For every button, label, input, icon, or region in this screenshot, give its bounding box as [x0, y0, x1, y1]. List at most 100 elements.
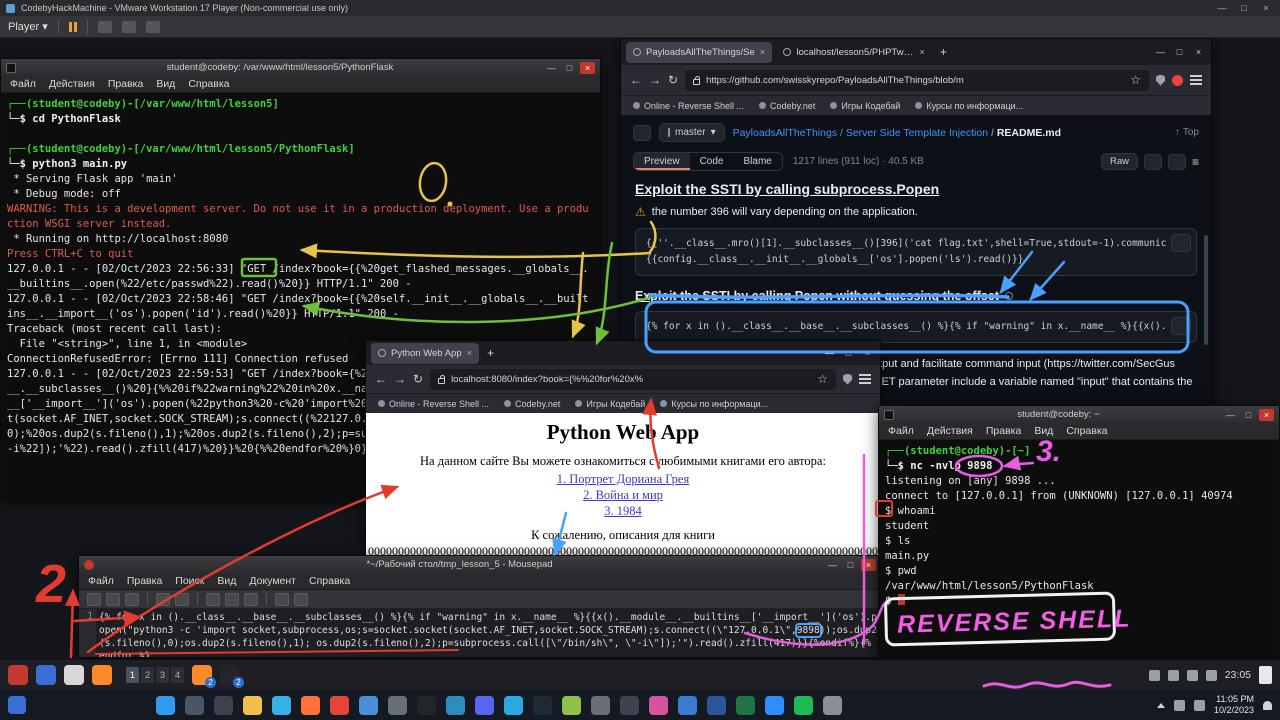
undo-button[interactable]: [156, 593, 170, 606]
chevron-up-icon[interactable]: [1157, 703, 1165, 708]
paste-button[interactable]: [244, 593, 258, 606]
taskbar-app-icon[interactable]: [649, 696, 668, 715]
section-heading-popen-no-offset[interactable]: Exploit the SSTI by calling Popen withou…: [635, 289, 1197, 303]
player-menu-button[interactable]: Player ▾: [8, 20, 48, 33]
taskbar-app-icon[interactable]: [707, 696, 726, 715]
devices-icon[interactable]: [122, 21, 136, 33]
workspace-cell[interactable]: 3: [156, 667, 169, 683]
taskbar-app-icon[interactable]: [678, 696, 697, 715]
breadcrumb-item[interactable]: Server Side Template Injection: [837, 127, 988, 139]
maximize-button[interactable]: □: [843, 559, 858, 571]
maximize-button[interactable]: □: [1172, 46, 1187, 58]
menu-item[interactable]: Действия: [927, 425, 973, 437]
menu-item[interactable]: Файл: [88, 575, 114, 587]
taskbar-app-icon[interactable]: 2: [220, 665, 240, 685]
mousepad-titlebar[interactable]: *~/Рабочий стол/tmp_lesson_5 - Mousepad …: [79, 556, 881, 573]
menu-icon[interactable]: [859, 374, 871, 384]
network-icon[interactable]: [1174, 700, 1185, 711]
browser-tab[interactable]: localhost/lesson5/PHPTwigInj ×: [776, 42, 932, 63]
bookmark-item[interactable]: Курсы по информаци...: [660, 399, 768, 409]
view-tab[interactable]: Code: [690, 153, 734, 170]
menu-item[interactable]: Файл: [888, 425, 914, 437]
taskbar-app-icon[interactable]: [214, 696, 233, 715]
windows-clock[interactable]: 11:05 PM 10/2/2023: [1214, 694, 1254, 716]
bookmark-item[interactable]: Online - Reverse Shell ...: [378, 399, 489, 409]
vmware-maximize-button[interactable]: □: [1236, 3, 1252, 13]
maximize-button[interactable]: □: [562, 62, 577, 74]
menu-item[interactable]: Вид: [156, 78, 175, 90]
bookmark-star-icon[interactable]: ☆: [1130, 73, 1141, 87]
url-bar[interactable]: https://github.com/swisskyrepo/PayloadsA…: [685, 70, 1149, 91]
vmware-close-button[interactable]: ×: [1258, 3, 1274, 13]
maximize-button[interactable]: □: [1241, 409, 1256, 421]
view-tab[interactable]: Preview: [634, 153, 690, 170]
copy-button[interactable]: [225, 593, 239, 606]
bookmark-item[interactable]: Codeby.net: [759, 101, 815, 111]
taskbar-app-icon[interactable]: [765, 696, 784, 715]
copy-icon[interactable]: [1144, 154, 1162, 170]
bookmark-item[interactable]: Codeby.net: [504, 399, 560, 409]
top-link[interactable]: ↑ Top: [1175, 127, 1199, 138]
bookmark-item[interactable]: Online - Reverse Shell ...: [633, 101, 744, 111]
ctrl-alt-del-icon[interactable]: [98, 21, 112, 33]
taskbar-app-icon[interactable]: [8, 665, 28, 685]
taskbar-app-icon[interactable]: [475, 696, 494, 715]
close-button[interactable]: ×: [1191, 46, 1206, 58]
workspace-cell[interactable]: 4: [171, 667, 184, 683]
cut-button[interactable]: [206, 593, 220, 606]
close-button[interactable]: ×: [860, 347, 875, 359]
taskbar-app-icon[interactable]: [64, 665, 84, 685]
terminal-nc-titlebar[interactable]: student@codeby: ~ — □ ×: [879, 406, 1279, 423]
edit-pencil-icon[interactable]: [1168, 154, 1186, 170]
maximize-button[interactable]: □: [841, 347, 856, 359]
bookmark-item[interactable]: Игры Кодебай: [830, 101, 900, 111]
back-button[interactable]: ←: [630, 73, 642, 87]
outline-icon[interactable]: ≡: [1192, 155, 1199, 169]
anchor-link-icon[interactable]: [1005, 292, 1013, 300]
taskbar-app-icon[interactable]: [272, 696, 291, 715]
editor-code[interactable]: {% for x in ().__class__.__base__.__subc…: [96, 609, 881, 657]
bookmark-item[interactable]: Курсы по информаци...: [915, 101, 1023, 111]
redo-button[interactable]: [175, 593, 189, 606]
section-heading-subprocess-popen[interactable]: Exploit the SSTI by calling subprocess.P…: [635, 181, 1197, 197]
taskbar-app-icon[interactable]: [301, 696, 320, 715]
vmware-minimize-button[interactable]: —: [1214, 3, 1230, 13]
taskbar-app-icon[interactable]: [446, 696, 465, 715]
menu-item[interactable]: Правка: [986, 425, 1021, 437]
breadcrumb-item[interactable]: PayloadsAllTheThings: [733, 127, 837, 139]
menu-item[interactable]: Вид: [217, 575, 236, 587]
suspend-vm-button[interactable]: [69, 22, 77, 32]
new-tab-button[interactable]: +: [936, 45, 951, 59]
copy-code-icon[interactable]: [1171, 234, 1191, 252]
minimize-button[interactable]: —: [1153, 46, 1168, 58]
book-link[interactable]: 3. 1984: [366, 504, 880, 519]
menu-item[interactable]: Правка: [108, 78, 143, 90]
workspace-cell[interactable]: 1: [126, 667, 139, 683]
taskbar-app-icon[interactable]: 2: [192, 665, 212, 685]
terminal-flask-titlebar[interactable]: student@codeby: /var/www/html/lesson5/Py…: [1, 59, 600, 76]
browser-tab[interactable]: PayloadsAllTheThings/Se ×: [626, 42, 772, 63]
forward-button[interactable]: →: [394, 372, 406, 386]
back-button[interactable]: ←: [375, 372, 387, 386]
menu-item[interactable]: Вид: [1034, 425, 1053, 437]
terminal-nc-output[interactable]: ┌──(student@codeby)-[~]└─$ nc -nvlp 9898…: [879, 440, 1279, 661]
tab-close-icon[interactable]: ×: [919, 47, 925, 58]
taskbar-app-icon[interactable]: [330, 696, 349, 715]
account-avatar[interactable]: [1172, 75, 1183, 86]
taskbar-app-icon[interactable]: [92, 665, 112, 685]
menu-item[interactable]: Действия: [49, 78, 95, 90]
menu-item[interactable]: Справка: [309, 575, 350, 587]
volume-icon[interactable]: [1194, 700, 1205, 711]
search-button[interactable]: [275, 593, 289, 606]
taskbar-app-icon[interactable]: [36, 665, 56, 685]
volume-icon[interactable]: [1187, 670, 1198, 681]
open-file-button[interactable]: [106, 593, 120, 606]
minimize-button[interactable]: —: [825, 559, 840, 571]
vm-clock[interactable]: 23:05: [1225, 669, 1251, 681]
taskbar-app-icon[interactable]: [185, 696, 204, 715]
forward-button[interactable]: →: [649, 73, 661, 87]
branch-selector[interactable]: master ▾: [659, 123, 725, 142]
book-link[interactable]: 2. Война и мир: [366, 488, 880, 503]
fullscreen-icon[interactable]: [146, 21, 160, 33]
network-icon[interactable]: [1168, 670, 1179, 681]
